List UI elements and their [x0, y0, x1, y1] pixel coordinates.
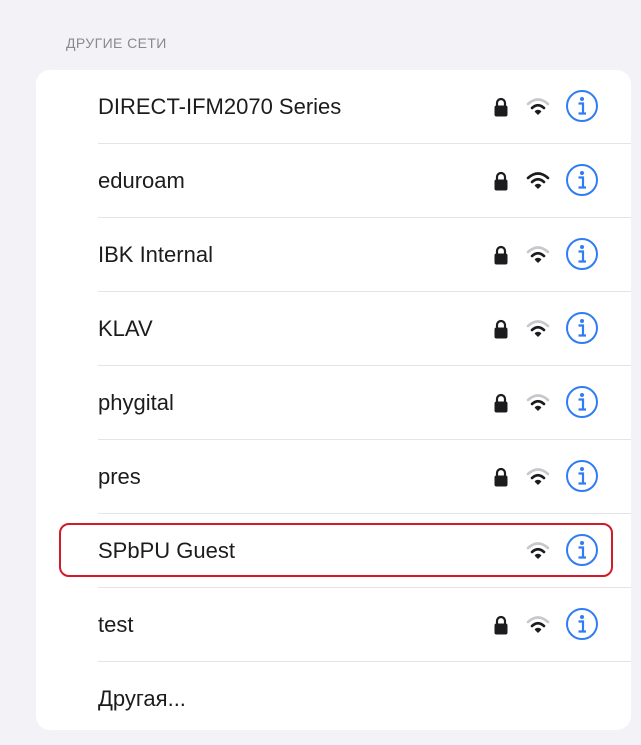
info-icon[interactable]: [565, 385, 599, 419]
network-name: KLAV: [98, 316, 153, 341]
network-name: IBK Internal: [98, 242, 213, 267]
lock-icon: [494, 245, 508, 265]
section-header-other-networks: ДРУГИЕ СЕТИ: [66, 35, 167, 51]
network-row-test[interactable]: test: [36, 588, 631, 662]
wifi-icon: [526, 468, 550, 485]
network-name: test: [98, 612, 134, 637]
lock-icon: [494, 467, 508, 487]
info-icon[interactable]: [565, 459, 599, 493]
info-icon[interactable]: [565, 533, 599, 567]
network-row-eduroam[interactable]: eduroam: [36, 144, 631, 218]
network-row-direct-ifm2070[interactable]: DIRECT-IFM2070 Series: [36, 70, 631, 144]
other-network-label: Другая...: [98, 686, 186, 711]
info-icon[interactable]: [565, 89, 599, 123]
info-icon[interactable]: [565, 163, 599, 197]
other-network-row[interactable]: Другая...: [36, 662, 631, 736]
network-row-phygital[interactable]: phygital: [36, 366, 631, 440]
lock-icon: [494, 615, 508, 635]
network-name: phygital: [98, 390, 174, 415]
wifi-icon: [526, 394, 550, 411]
network-row-pres[interactable]: pres: [36, 440, 631, 514]
network-name: DIRECT-IFM2070 Series: [98, 94, 342, 119]
wifi-icon: [526, 246, 550, 263]
info-icon[interactable]: [565, 607, 599, 641]
info-icon[interactable]: [565, 311, 599, 345]
network-name: eduroam: [98, 168, 185, 193]
network-row-spbpu-guest[interactable]: SPbPU Guest: [36, 514, 631, 588]
lock-icon: [494, 97, 508, 117]
lock-icon: [494, 319, 508, 339]
wifi-icon: [526, 542, 550, 559]
network-row-ibk-internal[interactable]: IBK Internal: [36, 218, 631, 292]
wifi-settings-page: ДРУГИЕ СЕТИ DIRECT-IFM2070 Series eduroa…: [0, 0, 641, 745]
network-name: SPbPU Guest: [98, 538, 235, 563]
lock-icon: [494, 393, 508, 413]
network-row-klav[interactable]: KLAV: [36, 292, 631, 366]
wifi-icon: [526, 172, 550, 189]
network-name: pres: [98, 464, 141, 489]
info-icon[interactable]: [565, 237, 599, 271]
wifi-icon: [526, 98, 550, 115]
wifi-icon: [526, 320, 550, 337]
network-list: DIRECT-IFM2070 Series eduroam IBK Intern…: [36, 70, 631, 730]
wifi-icon: [526, 616, 550, 633]
lock-icon: [494, 171, 508, 191]
